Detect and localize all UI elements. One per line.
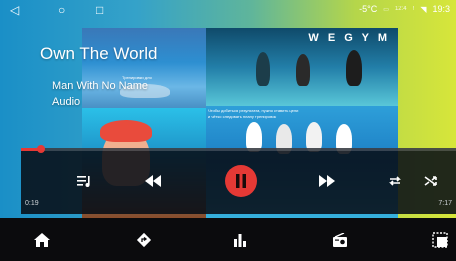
home-circle-icon[interactable]: ○ — [58, 3, 65, 17]
song-title: Own The World — [40, 44, 158, 63]
repeat-icon[interactable] — [383, 170, 407, 192]
tiny-time: 12:4 — [394, 6, 407, 12]
album-caption-line-2: Чтобы добиться результата, нужно ставить… — [208, 108, 299, 113]
gym-figure-3 — [346, 50, 362, 86]
radio-icon[interactable] — [316, 218, 364, 261]
progress-bar[interactable] — [21, 145, 456, 153]
equalizer-icon[interactable] — [216, 218, 264, 261]
pause-icon — [236, 174, 246, 188]
playlist-icon[interactable] — [73, 170, 97, 192]
album-art-tile-gym: W E G Y M — [206, 28, 398, 106]
progress-knob[interactable] — [36, 145, 45, 153]
gym-figure-2 — [296, 54, 310, 86]
recents-square-icon[interactable]: □ — [96, 3, 103, 17]
bottom-nav — [0, 218, 456, 261]
album-brand-text: W E G Y M — [308, 32, 390, 44]
status-bar: ◁ ○ □ -5°C ▭ 12:4 ! ◥ 19:3 — [0, 0, 456, 22]
gym-figure-1 — [256, 52, 270, 86]
shuffle-icon[interactable] — [419, 170, 443, 192]
temperature: -5°C — [359, 4, 378, 14]
album-caption-line-3: и чётко следовать плану тренировок — [208, 114, 277, 119]
playback-controls: 0:19 7:17 — [21, 145, 456, 214]
back-triangle-icon[interactable]: ◁ — [10, 3, 19, 17]
pause-button[interactable] — [225, 165, 257, 197]
album-name: Audio — [52, 96, 81, 108]
apps-icon[interactable] — [416, 218, 456, 261]
duration-time: 7:17 — [438, 200, 452, 207]
rewind-icon[interactable] — [141, 170, 165, 192]
child-cap — [100, 120, 152, 142]
wifi-icon: ◥ — [420, 4, 427, 14]
elapsed-time: 0:19 — [25, 200, 39, 207]
artist-name: Man With No Name — [52, 80, 148, 92]
alert-mark: ! — [412, 6, 415, 12]
home-icon[interactable] — [18, 218, 66, 261]
status-indicators: -5°C ▭ 12:4 ! ◥ 19:3 — [359, 4, 450, 14]
sd-card-icon: ▭ — [383, 6, 389, 13]
fast-forward-icon[interactable] — [315, 170, 339, 192]
clock: 19:3 — [432, 4, 450, 14]
navigation-icon[interactable] — [120, 218, 168, 261]
